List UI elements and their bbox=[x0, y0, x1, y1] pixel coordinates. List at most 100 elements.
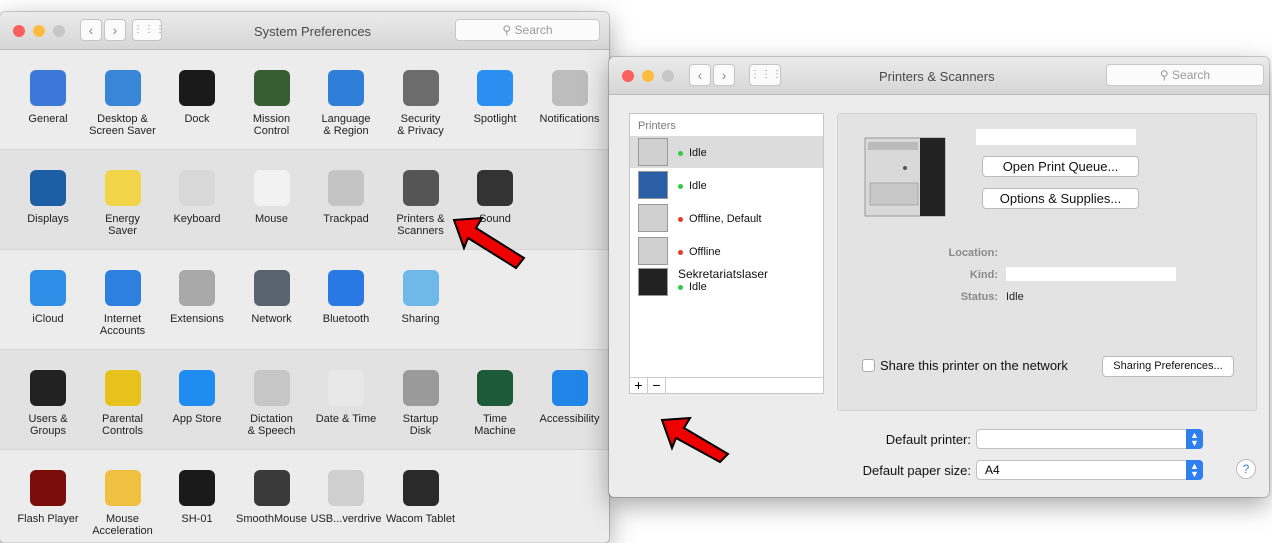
open-print-queue-button[interactable]: Open Print Queue... bbox=[982, 156, 1139, 177]
pref-pane-label: Startup Disk bbox=[402, 413, 439, 437]
pref-pane-0[interactable]: General bbox=[8, 70, 88, 125]
dock-icon bbox=[179, 70, 215, 106]
pref-pane-label: Accessibility bbox=[539, 413, 600, 425]
chevron-left-icon: ‹ bbox=[697, 67, 703, 83]
notifications-icon bbox=[551, 70, 588, 106]
pref-pane-label: iCloud bbox=[32, 313, 64, 325]
show-all-button[interactable]: ⋮⋮⋮ bbox=[749, 64, 782, 86]
pref-pane-5[interactable]: Sharing bbox=[381, 270, 461, 325]
pref-pane-3[interactable]: Mission Control bbox=[232, 70, 312, 137]
printer-list-item[interactable]: Sekretariatslaser Idle bbox=[630, 266, 823, 298]
sharing-preferences-button[interactable]: Sharing Preferences... bbox=[1102, 356, 1234, 377]
wacom-icon bbox=[402, 470, 439, 506]
printer-name: Sekretariatslaser bbox=[678, 267, 769, 281]
forward-button[interactable]: › bbox=[104, 19, 126, 41]
pref-pane-2[interactable]: App Store bbox=[157, 370, 237, 425]
printer-icon bbox=[638, 237, 668, 265]
search-field[interactable]: ⚲ Search bbox=[455, 19, 600, 41]
pref-pane-1[interactable]: Mouse Acceleration bbox=[83, 470, 163, 537]
remove-printer-button[interactable]: − bbox=[648, 378, 666, 393]
pref-pane-2[interactable]: Keyboard bbox=[157, 170, 237, 225]
printer-large-icon bbox=[860, 128, 955, 223]
pref-pane-7[interactable]: Accessibility bbox=[530, 370, 610, 425]
printer-list-item[interactable]: Offline bbox=[630, 235, 823, 267]
pref-pane-label: Desktop & Screen Saver bbox=[89, 113, 156, 137]
close-button[interactable] bbox=[13, 25, 25, 37]
pref-pane-label: Printers & Scanners bbox=[396, 213, 445, 237]
pref-pane-1[interactable]: Desktop & Screen Saver bbox=[83, 70, 163, 137]
usb-overdrive-icon bbox=[328, 470, 364, 506]
search-placeholder: Search bbox=[514, 23, 553, 37]
printer-status-text: Offline bbox=[689, 246, 721, 258]
printer-list-item[interactable]: Offline, Default bbox=[630, 202, 823, 234]
printer-list-item[interactable]: Idle bbox=[630, 136, 823, 168]
keyboard-icon bbox=[179, 170, 215, 206]
pref-pane-label: Spotlight bbox=[473, 113, 517, 125]
printer-list-item[interactable]: Idle bbox=[630, 169, 823, 201]
pref-pane-label: Energy Saver bbox=[105, 213, 140, 237]
pref-row: General Desktop & Screen Saver Dock Mission… bbox=[0, 50, 609, 150]
pref-pane-label: General bbox=[28, 113, 68, 125]
grid-icon: ⋮⋮⋮ bbox=[133, 24, 166, 35]
printer-icon bbox=[638, 268, 668, 296]
app-store-icon bbox=[179, 370, 215, 406]
minimize-button[interactable] bbox=[642, 70, 654, 82]
help-button[interactable]: ? bbox=[1236, 459, 1256, 479]
pref-pane-3[interactable]: Dictation & Speech bbox=[232, 370, 312, 437]
forward-button[interactable]: › bbox=[713, 64, 735, 86]
search-field[interactable]: ⚲ Search bbox=[1106, 64, 1264, 86]
location-label: Location: bbox=[948, 247, 999, 259]
back-button[interactable]: ‹ bbox=[80, 19, 102, 41]
pref-pane-label: Sharing bbox=[401, 313, 440, 325]
pref-pane-7[interactable]: Notifications bbox=[530, 70, 610, 125]
default-paper-select[interactable]: A4 ▲ ▼ bbox=[976, 460, 1203, 480]
zoom-button[interactable] bbox=[53, 25, 65, 37]
back-button[interactable]: ‹ bbox=[689, 64, 711, 86]
pref-pane-label: Date & Time bbox=[315, 413, 377, 425]
pref-pane-label: SH-01 bbox=[181, 513, 213, 525]
options-supplies-button[interactable]: Options & Supplies... bbox=[982, 188, 1139, 209]
pref-pane-2[interactable]: Extensions bbox=[157, 270, 237, 325]
sound-icon bbox=[477, 170, 513, 206]
pref-pane-label: SmoothMouse bbox=[236, 513, 307, 525]
show-all-button[interactable]: ⋮⋮⋮ bbox=[132, 19, 165, 41]
pref-pane-2[interactable]: Dock bbox=[157, 70, 237, 125]
pref-pane-1[interactable]: Internet Accounts bbox=[83, 270, 163, 337]
pref-pane-0[interactable]: Users & Groups bbox=[8, 370, 88, 437]
share-printer-checkbox[interactable] bbox=[862, 359, 875, 372]
pref-pane-3[interactable]: Mouse bbox=[232, 170, 312, 225]
pref-pane-label: Parental Controls bbox=[102, 413, 143, 437]
pref-pane-4[interactable]: Language & Region bbox=[306, 70, 386, 137]
pref-pane-label: Time Machine bbox=[474, 413, 516, 437]
pref-pane-5[interactable]: Wacom Tablet bbox=[381, 470, 461, 525]
pref-pane-1[interactable]: Parental Controls bbox=[83, 370, 163, 437]
chevron-right-icon: › bbox=[112, 22, 118, 38]
pref-pane-0[interactable]: Flash Player bbox=[8, 470, 88, 525]
pref-pane-0[interactable]: iCloud bbox=[8, 270, 88, 325]
pref-pane-5[interactable]: Printers & Scanners bbox=[381, 170, 461, 237]
pref-pane-6[interactable]: Spotlight bbox=[455, 70, 535, 125]
add-printer-button[interactable]: + bbox=[630, 378, 648, 393]
close-button[interactable] bbox=[622, 70, 634, 82]
pref-pane-5[interactable]: Startup Disk bbox=[381, 370, 461, 437]
pref-pane-2[interactable]: SH-01 bbox=[157, 470, 237, 525]
pref-pane-5[interactable]: Security & Privacy bbox=[381, 70, 461, 137]
pref-pane-3[interactable]: SmoothMouse bbox=[232, 470, 312, 525]
pref-pane-0[interactable]: Displays bbox=[8, 170, 88, 225]
general-icon bbox=[30, 70, 66, 106]
printer-status: Idle bbox=[678, 147, 707, 159]
pref-pane-3[interactable]: Network bbox=[232, 270, 312, 325]
minimize-button[interactable] bbox=[33, 25, 45, 37]
pref-pane-label: Trackpad bbox=[323, 213, 369, 225]
pref-pane-label: Language & Region bbox=[321, 113, 371, 137]
pref-pane-4[interactable]: Trackpad bbox=[306, 170, 386, 225]
pref-pane-4[interactable]: Date & Time bbox=[306, 370, 386, 425]
printer-list-header: Printers bbox=[638, 120, 676, 132]
list-toolbar: + − bbox=[630, 377, 823, 393]
pref-pane-1[interactable]: Energy Saver bbox=[83, 170, 163, 237]
pref-pane-6[interactable]: Time Machine bbox=[455, 370, 535, 437]
zoom-button[interactable] bbox=[662, 70, 674, 82]
default-printer-select[interactable]: ▲ ▼ bbox=[976, 429, 1203, 449]
pref-pane-4[interactable]: USB...verdrive bbox=[306, 470, 386, 525]
pref-pane-4[interactable]: Bluetooth bbox=[306, 270, 386, 325]
